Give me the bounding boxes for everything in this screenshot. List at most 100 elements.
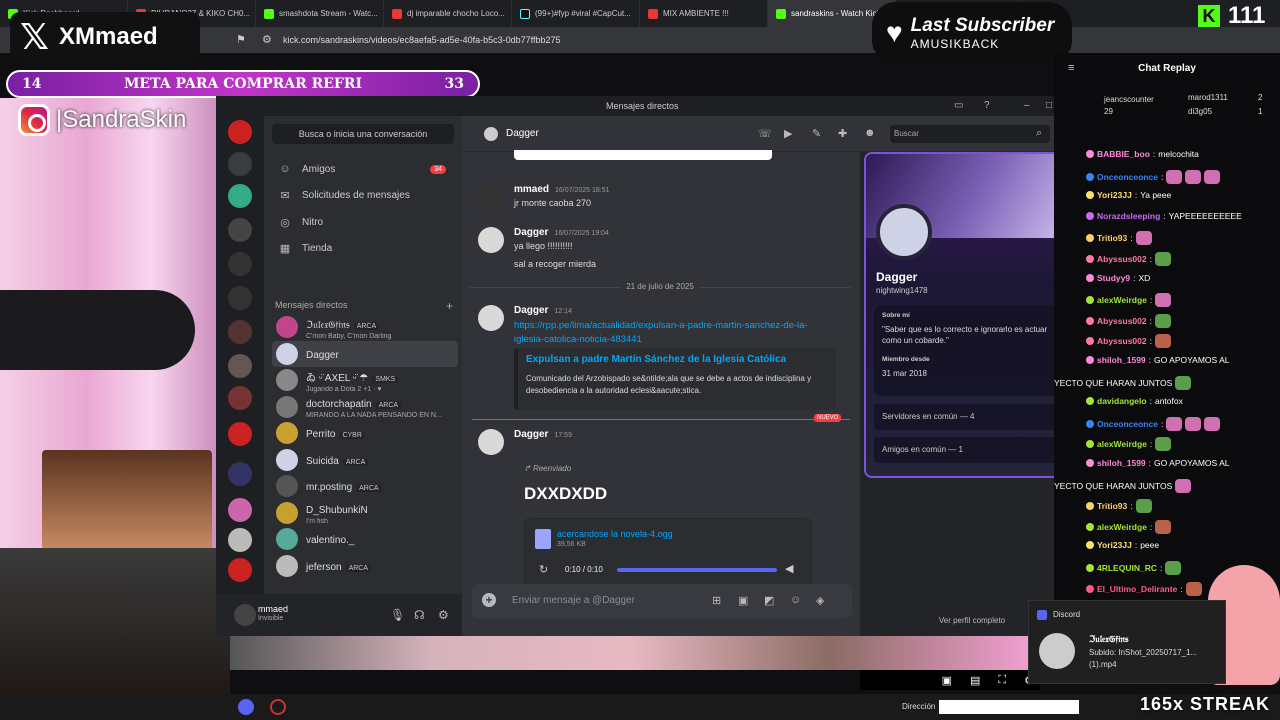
browser-tab[interactable]: dj imparable chocho Loco... [384, 0, 512, 27]
video-icon[interactable]: ▶ [784, 127, 792, 140]
bookmark-icon[interactable]: ⚑ [236, 33, 246, 46]
server-icon[interactable] [228, 386, 252, 410]
dm-item[interactable]: jeferson ARCA [272, 553, 458, 579]
dm-item[interactable]: mr.posting ARCA [272, 473, 458, 499]
headphones-icon[interactable]: ☊ [414, 608, 425, 622]
chat-username[interactable]: Yori23JJ [1097, 190, 1132, 200]
maximize-icon[interactable]: □ [1046, 100, 1052, 111]
pin-icon[interactable]: ✎ [812, 127, 821, 140]
message-author[interactable]: Dagger 12:14 [514, 305, 572, 316]
avatar[interactable] [478, 429, 504, 455]
microphone-icon[interactable]: 🎙 [390, 608, 405, 622]
server-icon[interactable] [228, 320, 252, 344]
nav-shop[interactable]: ▦ Tienda [272, 237, 454, 259]
chat-username[interactable]: Abyssus002 [1097, 316, 1147, 326]
discord-notification[interactable]: Discord ℑ𝔲𝔩𝔢𝔵𝔊𝔣𝔦𝔫𝔰 Subido: InShot_202507… [1028, 600, 1226, 684]
chat-username[interactable]: Onceonceonce [1097, 419, 1158, 429]
dm-item[interactable]: ℑ𝔲𝔩𝔢𝔵𝔊𝔣𝔦𝔫𝔰 ARCA C'mon Baby, C'mon Darling [272, 314, 458, 340]
inbox-icon[interactable]: ▭ [954, 100, 963, 111]
theater-icon[interactable]: ▤ [970, 674, 980, 687]
server-icon[interactable] [228, 252, 252, 276]
profile-icon[interactable]: ☻ [864, 127, 876, 139]
gift-icon[interactable]: ⊞ [712, 594, 721, 607]
direccion-input[interactable] [939, 700, 1079, 714]
server-icon[interactable] [228, 528, 252, 552]
folder-icon[interactable] [228, 286, 252, 310]
attach-plus-icon[interactable]: + [482, 593, 496, 607]
sticker-icon[interactable]: ◩ [764, 594, 774, 607]
nav-friends[interactable]: ☺ Amigos 34 [272, 158, 454, 180]
chat-username[interactable]: Tritio93 [1097, 233, 1127, 243]
server-icon[interactable] [228, 354, 252, 378]
message-author[interactable]: Dagger 17:59 [514, 429, 572, 440]
dm-item[interactable]: Perrito CYBR [272, 420, 458, 446]
avatar[interactable] [478, 227, 504, 253]
server-icon[interactable] [228, 498, 252, 522]
server-icon[interactable] [228, 184, 252, 208]
browser-tab[interactable]: smashdota Stream - Watc... [256, 0, 384, 27]
conversation-search[interactable]: Busca o inicia una conversación [272, 124, 454, 144]
gear-icon[interactable]: ⚙ [438, 608, 449, 622]
emoji-icon[interactable]: ☺ [790, 594, 801, 606]
server-icon[interactable] [228, 422, 252, 446]
message-author[interactable]: Dagger 16/07/2025 19:04 [514, 227, 609, 238]
call-icon[interactable]: ☏ [758, 127, 772, 140]
message-link[interactable]: https://rpp.pe/lima/actualidad/expulsan-… [514, 319, 834, 347]
chat-username[interactable]: alexWeirdge [1097, 295, 1147, 305]
chat-username[interactable]: BABBIE_boo [1097, 149, 1150, 159]
add-dm-icon[interactable]: + [446, 299, 453, 313]
pip-icon[interactable]: ▣ [942, 674, 952, 687]
browser-tab[interactable]: MIX AMBIENTE !!! [640, 0, 768, 27]
replay-icon[interactable]: ↻ [539, 563, 548, 576]
volume-icon[interactable]: ◀ [785, 562, 793, 575]
chat-search-input[interactable]: Buscar [890, 125, 1050, 143]
chat-username[interactable]: Abyssus002 [1097, 254, 1147, 264]
chat-username[interactable]: shiloh_1599 [1097, 458, 1146, 468]
folder-icon[interactable] [228, 462, 252, 486]
attachment-name[interactable]: acercandose la novela-4.ogg [557, 529, 673, 539]
minimize-icon[interactable]: – [1024, 100, 1030, 111]
embed-title[interactable]: Expulsan a padre Martín Sánchez de la Ig… [526, 354, 828, 365]
mutual-friends[interactable]: Amigos en común — 1› [874, 437, 1072, 463]
message-composer[interactable]: + Enviar mensaje a @Dagger ⊞ ▣ ◩ ☺ ◈ [472, 584, 852, 618]
help-icon[interactable]: ? [984, 100, 990, 111]
dm-item[interactable]: Dagger [272, 340, 458, 367]
dm-item[interactable]: Suicida ARCA [272, 447, 458, 473]
obs-taskbar-icon[interactable] [270, 699, 286, 715]
server-icon[interactable] [228, 558, 252, 582]
avatar[interactable] [478, 184, 504, 210]
audio-progress[interactable] [617, 568, 777, 572]
nav-message-requests[interactable]: ✉ Solicitudes de mensajes [272, 184, 454, 206]
dm-item[interactable]: doctorchapatin ARCA MIRANDO A LA NADA PENS… [272, 394, 458, 420]
chat-username[interactable]: Onceonceonce [1097, 172, 1158, 182]
chat-username[interactable]: Yori23JJ [1097, 540, 1132, 550]
chat-username[interactable]: alexWeirdge [1097, 439, 1147, 449]
server-icon[interactable] [228, 152, 252, 176]
gif-icon[interactable]: ▣ [738, 594, 748, 607]
chat-username[interactable]: Studyy9 [1097, 273, 1130, 283]
server-icon[interactable] [228, 218, 252, 242]
browser-tab[interactable]: (99+)#fyp #viral #CapCut... [512, 0, 640, 27]
message-author[interactable]: mmaed 16/07/2025 18:51 [514, 184, 610, 195]
avatar[interactable] [478, 305, 504, 331]
chat-username[interactable]: 4RLEQUIN_RC [1097, 563, 1157, 573]
site-info-icon[interactable]: ⚙ [262, 33, 272, 46]
chat-username[interactable]: davidangelo [1097, 396, 1147, 406]
dm-item[interactable]: valentino._ [272, 526, 458, 552]
chat-username[interactable]: shiloh_1599 [1097, 355, 1146, 365]
search-icon[interactable]: ⌕ [1036, 127, 1042, 140]
dm-item[interactable]: D_ShubunkiN I'm fish [272, 500, 458, 526]
nav-nitro[interactable]: ◎ Nitro [272, 211, 454, 233]
server-icon[interactable] [228, 120, 252, 144]
apps-icon[interactable]: ◈ [816, 594, 824, 607]
dm-item[interactable]: ゐ ᵕ̈ AXEL ᵕ̈ ☂ SMKS Jugando a Dota 2 +1 · … [272, 367, 458, 393]
chat-username[interactable]: Abyssus002 [1097, 336, 1147, 346]
profile-avatar[interactable] [876, 204, 932, 260]
chat-username[interactable]: alexWeirdge [1097, 522, 1147, 532]
add-friend-icon[interactable]: ✚ [838, 127, 847, 140]
mutual-servers[interactable]: Servidores en común — 4› [874, 404, 1072, 430]
chat-username[interactable]: El_Ultimo_Delirante [1097, 584, 1177, 594]
discord-taskbar-icon[interactable] [238, 699, 254, 715]
url-text[interactable]: kick.com/sandraskins/videos/ec8aefa5-ad5… [283, 35, 561, 45]
fullscreen-icon[interactable]: ⛶ [998, 674, 1006, 687]
